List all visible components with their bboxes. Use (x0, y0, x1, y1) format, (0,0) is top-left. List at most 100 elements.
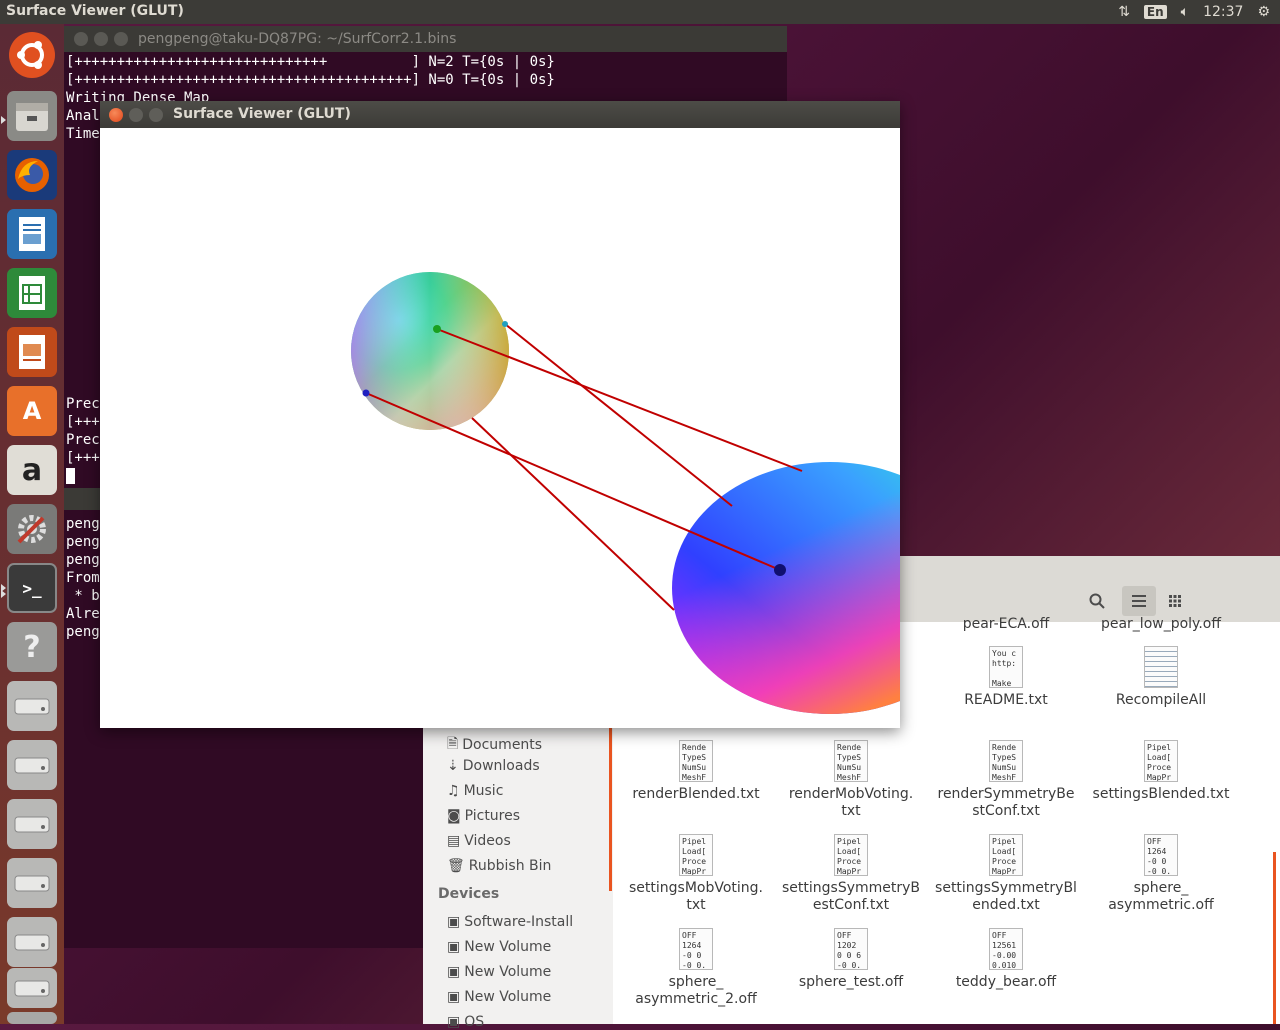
feature-point (502, 321, 508, 327)
surface-viewer-window[interactable]: Surface Viewer (GLUT) (100, 101, 900, 728)
rubbish-bin-icon[interactable] (7, 1012, 57, 1024)
sidebar-item-device[interactable]: ▣ New Volume (447, 989, 551, 1005)
terminal-line: [++++++++++++++++++++++++++++++ ] N=2 T=… (66, 54, 555, 70)
file-item[interactable]: Rende TypeS NumSu MeshF renderMobVoting. … (776, 740, 926, 820)
list-view-icon[interactable] (1122, 586, 1156, 616)
file-item[interactable]: RecompileAll (1086, 646, 1236, 709)
drive-icon[interactable] (7, 799, 57, 849)
file-item[interactable]: OFF 1202 0 0 6 -0 0. sphere_test.off (776, 928, 926, 991)
terminal-line: [+++ (66, 450, 100, 466)
file-item[interactable]: Rende TypeS NumSu MeshF renderBlended.txt (621, 740, 771, 803)
file-name: renderMobVoting. txt (788, 786, 914, 819)
amazon-icon[interactable]: a (7, 445, 57, 495)
calc-icon[interactable] (7, 268, 57, 318)
volume-icon[interactable]: 🔈︎ (1181, 4, 1189, 20)
maximize-button[interactable] (114, 32, 128, 46)
file-name: settingsBlended.txt (1092, 786, 1230, 802)
drive-icon[interactable] (7, 740, 57, 790)
terminal2-titlebar[interactable] (64, 488, 100, 510)
file-name: renderBlended.txt (632, 786, 760, 802)
grid-view-icon[interactable] (1158, 586, 1192, 616)
terminal-line: peng (66, 534, 100, 550)
help-icon[interactable]: ? (7, 622, 57, 672)
file-name: sphere_ asymmetric_2.off (635, 974, 757, 1007)
text-file-icon: OFF 12561 -0.00 0.010 (989, 928, 1023, 970)
film-icon: ▤ (447, 833, 461, 849)
surface-render (351, 272, 900, 714)
drive-icon[interactable] (7, 917, 57, 967)
terminal-line: peng (66, 516, 100, 532)
file-item[interactable]: Pipel Load[ Proce MapPr settingsSymmetryB… (776, 834, 926, 914)
minimize-button[interactable] (94, 32, 108, 46)
viewer-title: Surface Viewer (GLUT) (173, 106, 351, 122)
file-item[interactable]: pear-ECA.off (931, 616, 1081, 633)
sidebar-item-downloads[interactable]: ⇣ Downloads (447, 758, 540, 774)
indicator-area: ⇅ En 🔈︎ 12:37 ⚙︎ (1118, 0, 1280, 24)
viewer-titlebar[interactable]: Surface Viewer (GLUT) (100, 101, 900, 128)
terminal-line: Prec (66, 432, 100, 448)
drive-icon[interactable] (7, 681, 57, 731)
sidebar-item-device[interactable]: ▣ Software-Install (447, 914, 573, 930)
maximize-button[interactable] (149, 108, 163, 122)
sidebar-scrollbar[interactable] (609, 726, 612, 891)
sidebar-item-label: Music (463, 783, 504, 799)
impress-icon[interactable] (7, 327, 57, 377)
file-item[interactable]: OFF 1264 -0 0 -0 0. sphere_ asymmetric_2.… (621, 928, 771, 1008)
correspondence-line (471, 417, 675, 611)
close-button[interactable] (74, 32, 88, 46)
ubuntu-icon[interactable] (9, 32, 55, 78)
file-item[interactable]: Pipel Load[ Proce MapPr settingsMobVoting… (621, 834, 771, 914)
file-item[interactable]: Pipel Load[ Proce MapPr settingsSymmetryB… (931, 834, 1081, 914)
feature-point (362, 389, 370, 397)
gl-canvas[interactable] (100, 128, 900, 728)
text-file-icon: Pipel Load[ Proce MapPr (679, 834, 713, 876)
file-item[interactable]: pear_low_poly.off (1086, 616, 1236, 633)
drive-icon: ▣ (447, 914, 461, 930)
keyboard-layout-indicator[interactable]: En (1143, 5, 1167, 19)
file-item[interactable]: Rende TypeS NumSu MeshF renderSymmetryBe … (931, 740, 1081, 820)
terminal-titlebar[interactable]: pengpeng@taku-DQ87PG: ~/SurfCorr2.1.bins (64, 26, 787, 52)
file-manager-header (900, 556, 1280, 622)
close-button[interactable] (109, 108, 123, 122)
file-item[interactable]: You c http: Make README.txt (931, 646, 1081, 709)
terminal-title: pengpeng@taku-DQ87PG: ~/SurfCorr2.1.bins (138, 31, 457, 47)
minimize-button[interactable] (129, 108, 143, 122)
document-icon: 🗎 (447, 736, 459, 752)
gear-icon[interactable]: ⚙︎ (1257, 4, 1270, 20)
file-name: pear-ECA.off (962, 616, 1050, 632)
clock[interactable]: 12:37 (1203, 4, 1243, 20)
sidebar-item-label: Rubbish Bin (468, 858, 552, 874)
camera-icon: ◙ (447, 808, 461, 824)
drive-icon[interactable] (7, 858, 57, 908)
sidebar-item-pictures[interactable]: ◙ Pictures (447, 808, 520, 824)
software-center-icon[interactable]: A (7, 386, 57, 436)
sidebar-item-videos[interactable]: ▤ Videos (447, 833, 511, 849)
drive-icon: ▣ (447, 989, 461, 1005)
sidebar-item-music[interactable]: ♫ Music (447, 783, 503, 799)
sidebar-item-device[interactable]: ▣ New Volume (447, 964, 551, 980)
music-icon: ♫ (447, 783, 460, 799)
terminal-icon[interactable]: >_ (7, 563, 57, 613)
firefox-icon[interactable] (7, 150, 57, 200)
system-settings-icon[interactable] (7, 504, 57, 554)
sidebar-item-rubbish-bin[interactable]: 🗑 Rubbish Bin (447, 858, 551, 874)
sidebar-item-label: Videos (464, 833, 511, 849)
files-icon[interactable] (7, 91, 57, 141)
file-item[interactable]: OFF 12561 -0.00 0.010 teddy_bear.off (931, 928, 1081, 991)
search-icon[interactable] (1080, 586, 1114, 616)
drive-icon[interactable] (7, 968, 57, 1008)
text-file-icon: You c http: Make (989, 646, 1023, 688)
sidebar-item-documents[interactable]: 🗎 Documents (447, 733, 542, 757)
sidebar-item-device[interactable]: ▣ OS (447, 1014, 484, 1030)
correspondence-line (365, 392, 781, 571)
file-item[interactable]: Pipel Load[ Proce MapPr settingsBlended.t… (1086, 740, 1236, 803)
content-scrollbar[interactable] (1273, 852, 1276, 1024)
sidebar-item-label: Pictures (464, 808, 521, 824)
network-icon[interactable]: ⇅ (1118, 4, 1130, 20)
file-item[interactable]: OFF 1264 -0 0 -0 0. sphere_ asymmetric.of… (1086, 834, 1236, 914)
sidebar-item-label: Software-Install (464, 914, 574, 930)
writer-icon[interactable] (7, 209, 57, 259)
sidebar-item-device[interactable]: ▣ New Volume (447, 939, 551, 955)
terminal-line: * b (66, 588, 100, 604)
sidebar-item-label: New Volume (464, 964, 552, 980)
